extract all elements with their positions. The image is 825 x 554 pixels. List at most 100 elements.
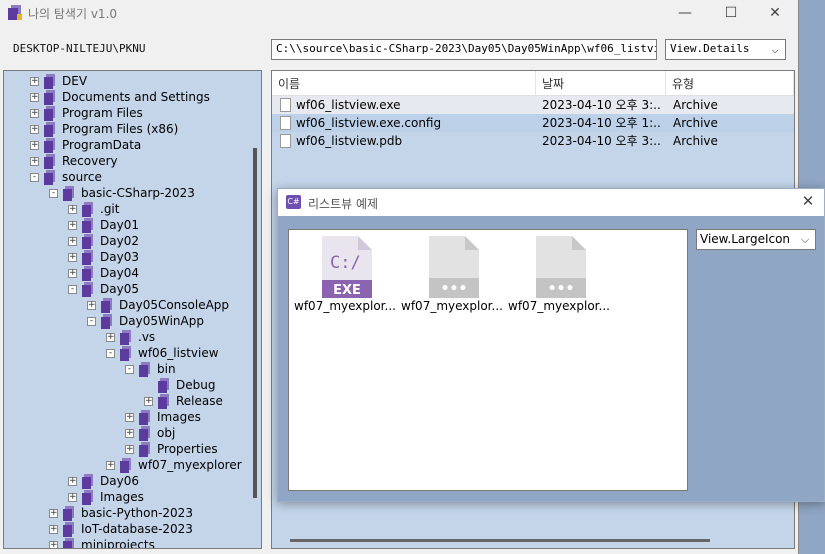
file-date-cell: 2023-04-10 오후 1:... xyxy=(542,116,660,130)
large-icon-item[interactable]: ••• wf07_myexplor... xyxy=(399,233,505,313)
tree-node[interactable]: + IoT-database-2023 xyxy=(49,521,193,537)
expand-icon[interactable]: + xyxy=(68,492,77,502)
dialog-close-button[interactable]: ✕ xyxy=(798,192,818,212)
expand-icon[interactable]: + xyxy=(106,332,115,342)
folder-icon xyxy=(139,409,150,425)
column-header-name[interactable]: 이름 xyxy=(272,71,536,95)
folder-icon xyxy=(82,249,93,265)
tree-node[interactable]: + Documents and Settings xyxy=(30,89,210,105)
collapse-icon[interactable]: - xyxy=(30,172,39,182)
expand-icon[interactable]: + xyxy=(30,92,39,102)
tree-node[interactable]: + Day06 xyxy=(68,473,139,489)
view-mode-combo[interactable]: View.Details ⌵ xyxy=(665,39,786,60)
horizontal-scrollbar[interactable] xyxy=(290,539,710,542)
expand-icon[interactable]: + xyxy=(30,156,39,166)
expand-icon[interactable]: + xyxy=(30,124,39,134)
column-header-date[interactable]: 날짜 xyxy=(536,71,666,95)
expand-icon[interactable]: + xyxy=(87,300,96,310)
expand-icon[interactable]: + xyxy=(49,524,58,534)
tree-node[interactable]: + Release xyxy=(144,393,223,409)
tree-node[interactable]: + basic-Python-2023 xyxy=(49,505,193,521)
collapse-icon[interactable]: - xyxy=(68,284,77,294)
expand-icon[interactable]: + xyxy=(30,140,39,150)
tree-node[interactable]: + Day03 xyxy=(68,249,139,265)
tree-node[interactable]: + Properties xyxy=(125,441,218,457)
title-bar[interactable]: 나의 탐색기 v1.0 — ☐ ✕ xyxy=(0,0,798,26)
table-row[interactable]: wf06_listview.pdb 2023-04-10 오후 3:... Arch… xyxy=(272,132,794,150)
tree-node[interactable]: + miniprojects xyxy=(49,537,155,548)
tree-node[interactable]: + Day05ConsoleApp xyxy=(87,297,229,313)
large-icon-item[interactable]: C:/ EXE wf07_myexplor... xyxy=(292,233,398,313)
tree-node[interactable]: + Day01 xyxy=(68,217,139,233)
tree-node[interactable]: + .git xyxy=(68,201,119,217)
tree-node[interactable]: + Day02 xyxy=(68,233,139,249)
tree-node[interactable]: + Recovery xyxy=(30,153,118,169)
large-icon-item[interactable]: ••• wf07_myexplor... xyxy=(506,233,612,313)
tree-node[interactable]: - wf06_listview xyxy=(106,345,219,361)
csharp-app-icon: C# xyxy=(286,195,301,209)
tree-node-label: Day05ConsoleApp xyxy=(119,298,230,312)
tree-node[interactable]: + DEV xyxy=(30,73,87,89)
expand-icon[interactable]: + xyxy=(125,412,134,422)
tree-node[interactable]: - Day05 xyxy=(68,281,139,297)
tree-node[interactable]: - bin xyxy=(125,361,176,377)
expand-icon[interactable]: + xyxy=(68,268,77,278)
expand-icon[interactable]: + xyxy=(49,540,58,548)
tree-node-label: .git xyxy=(100,202,120,216)
collapse-icon[interactable]: - xyxy=(106,348,115,358)
dialog-title-bar[interactable]: C# 리스트뷰 예제 ✕ xyxy=(278,189,824,216)
folder-icon xyxy=(63,537,74,548)
folder-icon xyxy=(82,489,93,505)
expand-icon[interactable]: + xyxy=(30,76,39,86)
tree-node-label: basic-CSharp-2023 xyxy=(81,186,195,200)
exe-file-icon: C:/ EXE xyxy=(322,236,372,298)
expand-icon[interactable]: + xyxy=(68,204,77,214)
dialog-title: 리스트뷰 예제 xyxy=(308,197,379,211)
maximize-button[interactable]: ☐ xyxy=(708,0,754,26)
expand-icon[interactable]: + xyxy=(49,508,58,518)
minimize-button[interactable]: — xyxy=(662,0,708,26)
tree-node[interactable]: + ProgramData xyxy=(30,137,141,153)
folder-tree[interactable]: + DEV + Documents and Settings + Program File… xyxy=(3,70,262,549)
expand-icon[interactable]: + xyxy=(106,460,115,470)
expand-icon[interactable]: + xyxy=(68,476,77,486)
expand-icon[interactable]: + xyxy=(68,220,77,230)
expand-icon[interactable]: + xyxy=(68,236,77,246)
collapse-icon[interactable]: - xyxy=(49,188,58,198)
table-row[interactable]: wf06_listview.exe.config 2023-04-10 오후 1:… xyxy=(272,114,794,132)
tree-node[interactable]: - basic-CSharp-2023 xyxy=(49,185,195,201)
tree-node[interactable]: + obj xyxy=(125,425,175,441)
dialog-view-value: View.LargeIcon xyxy=(700,232,791,246)
expand-icon[interactable]: + xyxy=(125,444,134,454)
file-icon xyxy=(280,134,291,148)
table-row[interactable]: wf06_listview.exe 2023-04-10 오후 3:... Arch… xyxy=(272,96,794,114)
path-field[interactable]: C:\\source\basic-CSharp-2023\Day05\Day05… xyxy=(271,39,657,60)
collapse-icon[interactable]: - xyxy=(87,316,96,326)
tree-node[interactable]: + Program Files (x86) xyxy=(30,121,178,137)
folder-icon xyxy=(63,185,74,201)
folder-icon xyxy=(158,393,169,409)
close-button[interactable]: ✕ xyxy=(752,0,798,26)
tree-node[interactable]: + Images xyxy=(68,489,144,505)
tree-node-label: Day02 xyxy=(100,234,139,248)
tree-node[interactable]: - source xyxy=(30,169,102,185)
tree-node[interactable]: + wf07_myexplorer xyxy=(106,457,242,473)
large-icon-listview[interactable]: C:/EXE wf07_myexplor... ••• wf07_myexplor..… xyxy=(288,229,688,491)
column-header-type[interactable]: 유형 xyxy=(666,71,794,95)
tree-node[interactable]: + .vs xyxy=(106,329,155,345)
file-badge: ••• xyxy=(548,281,575,297)
folder-icon xyxy=(139,361,150,377)
folder-icon xyxy=(139,441,150,457)
tree-node[interactable]: + Day04 xyxy=(68,265,139,281)
expand-icon[interactable]: + xyxy=(125,428,134,438)
collapse-icon[interactable]: - xyxy=(125,364,134,374)
dialog-view-combo[interactable]: View.LargeIcon ⌵ xyxy=(696,229,816,250)
tree-node[interactable]: + Images xyxy=(125,409,201,425)
tree-node[interactable]: Debug xyxy=(144,377,215,393)
expand-icon[interactable]: + xyxy=(144,396,153,406)
expand-icon[interactable]: + xyxy=(68,252,77,262)
vertical-scrollbar[interactable] xyxy=(253,148,257,498)
tree-node[interactable]: + Program Files xyxy=(30,105,143,121)
tree-node[interactable]: - Day05WinApp xyxy=(87,313,204,329)
expand-icon[interactable]: + xyxy=(30,108,39,118)
